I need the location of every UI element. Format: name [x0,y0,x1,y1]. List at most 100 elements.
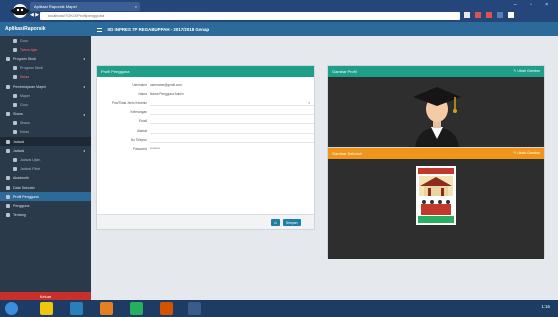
sidebar-item[interactable]: Mapel [0,91,91,100]
menu-item-icon [6,203,10,208]
menu-item-icon [13,38,17,43]
field-input[interactable]: username@gmail.com [150,83,314,87]
address-bar[interactable]: localhost/TOKO/Profilpengguna [40,12,460,20]
top-bar: SD INPRES 7P REGABUPPAH - 2017/2018 Gena… [91,22,558,36]
graduate-avatar-icon [407,79,467,151]
extension-icon[interactable] [497,12,503,18]
card-header: Gambar Sekolah ✎ Ubah Gambar [328,148,544,159]
app-icon[interactable] [188,302,201,315]
form-row: Nama Nama Pengguna Admin [97,89,314,98]
field-label: Email [139,119,147,124]
save-button[interactable]: Simpan [283,219,301,226]
browser-tab[interactable]: Aplikasi Raporsik Mapel × [30,2,140,11]
field-input[interactable] [150,100,314,106]
sidebar-item-label: Kelas [20,130,29,135]
menu-item-icon [13,158,17,163]
sidebar-item[interactable]: Data Sekolah [0,183,91,192]
menu-icon[interactable] [508,12,514,18]
sidebar-item[interactable]: Profil Pengguna [0,192,91,202]
menu-item-icon [6,139,10,144]
menu-item-icon [13,102,17,107]
sidebar-item-label: Akademik [13,176,29,181]
form-row: Pria/Tidak Jenis Kelamin ▾ [97,98,314,107]
chevron-left-icon: ◂ [82,148,85,154]
sidebar-item[interactable]: Pembelajaran Mapel ◂ [0,82,91,91]
chevron-down-icon[interactable]: ▾ [308,101,310,105]
sidebar-item-label: Siswa [13,112,23,117]
browser-chrome: Aplikasi Raporsik Mapel × – ▫ × ◀ ▶ ⟳ lo… [0,0,558,22]
browser-taskbar-icon[interactable] [160,302,173,315]
app-icon[interactable] [100,302,113,315]
sidebar-item-label: Jadwal [13,139,25,144]
sidebar-item[interactable]: Kelas [0,73,91,82]
sidebar-item[interactable]: Pengguna [0,201,91,210]
extension-icon[interactable] [486,12,492,18]
change-logo-button[interactable]: ✎ Ubah Gambar [513,151,540,155]
sidebar-item-label: Guru [20,102,28,107]
app-icon[interactable] [70,302,83,315]
sidebar-item-label: Pembelajaran Mapel [13,84,46,89]
sidebar-item[interactable]: Jadwal ◂ [0,146,91,155]
form-row: No Telepon [97,135,314,144]
sidebar-item-label: Tahun Ajar [20,47,37,52]
card-header: Profil Pengguna [97,66,314,77]
sidebar-item[interactable]: Guru [0,36,91,45]
bookmark-icon[interactable] [464,12,470,18]
menu-item-icon [13,47,17,52]
sidebar-item[interactable]: Program Studi ◂ [0,54,91,63]
window-controls[interactable]: – ▫ × [514,2,554,8]
file-explorer-icon[interactable] [40,302,53,315]
page-title: SD INPRES 7P REGABUPPAH - 2017/2018 Gena… [107,27,210,32]
profile-form-card: Profil Pengguna Username username@gmail.c… [96,65,315,230]
close-tab-icon[interactable]: × [135,4,137,9]
sidebar-item-label: Program Studi [13,56,36,61]
sidebar-item[interactable]: Siswa ◂ [0,110,91,119]
sidebar-item[interactable]: Siswa [0,119,91,128]
sidebar-item[interactable]: Akademik [0,174,91,183]
sidebar-item[interactable]: Tahun Ajar [0,45,91,54]
form-footer: ⊙ Simpan [97,214,314,229]
sidebar-item-label: Kelas [20,75,29,80]
menu-item-icon [6,56,10,61]
system-clock[interactable]: 1:16 [541,304,550,309]
sidebar-item[interactable]: Program Studi [0,64,91,73]
sidebar-item-label: Profil Pengguna [13,194,39,199]
sidebar-item-label: Pengguna [13,203,30,208]
sidebar-item[interactable]: Jadwal Ujian [0,155,91,164]
sidebar: AplikasiRaporsik Guru Tahun Ajar Program S… [0,22,91,300]
sidebar-item[interactable]: Tentang [0,211,91,220]
sidebar-item[interactable]: Jadwal Piket [0,165,91,174]
photo-area [328,77,544,153]
field-input[interactable] [150,137,314,143]
app-icon[interactable] [130,302,143,315]
form-row: Password ******** [97,144,314,153]
menu-item-icon [13,167,17,172]
field-label: Password [133,146,147,151]
menu-item-icon [6,84,10,89]
refresh-button[interactable]: ⊙ [271,219,280,226]
start-button-icon[interactable] [5,302,18,315]
sidebar-item[interactable]: Jadwal [0,137,91,147]
sidebar-item-label: Jadwal [13,148,25,153]
sidebar-item-label: Program Studi [20,66,43,71]
change-photo-button[interactable]: ✎ Ubah Gambar [513,69,540,73]
sidebar-item[interactable]: Guru [0,100,91,109]
field-input[interactable]: ******** [150,147,314,151]
field-input[interactable]: Nama Pengguna Admin [150,92,314,96]
field-label: No Telepon [130,137,147,142]
field-label: Pria/Tidak Jenis Kelamin [112,100,147,105]
menu-item-icon [13,130,17,135]
logout-button[interactable]: Keluar [0,292,91,300]
field-input[interactable] [150,118,314,125]
card-title: Gambar Sekolah [332,151,363,156]
chevron-left-icon: ◂ [82,111,85,117]
app-brand[interactable]: AplikasiRaporsik [0,22,91,36]
hamburger-icon[interactable] [97,27,102,32]
menu-item-icon [6,112,10,117]
field-input[interactable] [150,109,314,116]
field-input[interactable] [150,128,314,134]
sidebar-item[interactable]: Kelas [0,128,91,137]
card-title: Profil Pengguna [101,69,130,74]
school-logo-image [416,166,456,225]
extension-icon[interactable] [475,12,481,18]
